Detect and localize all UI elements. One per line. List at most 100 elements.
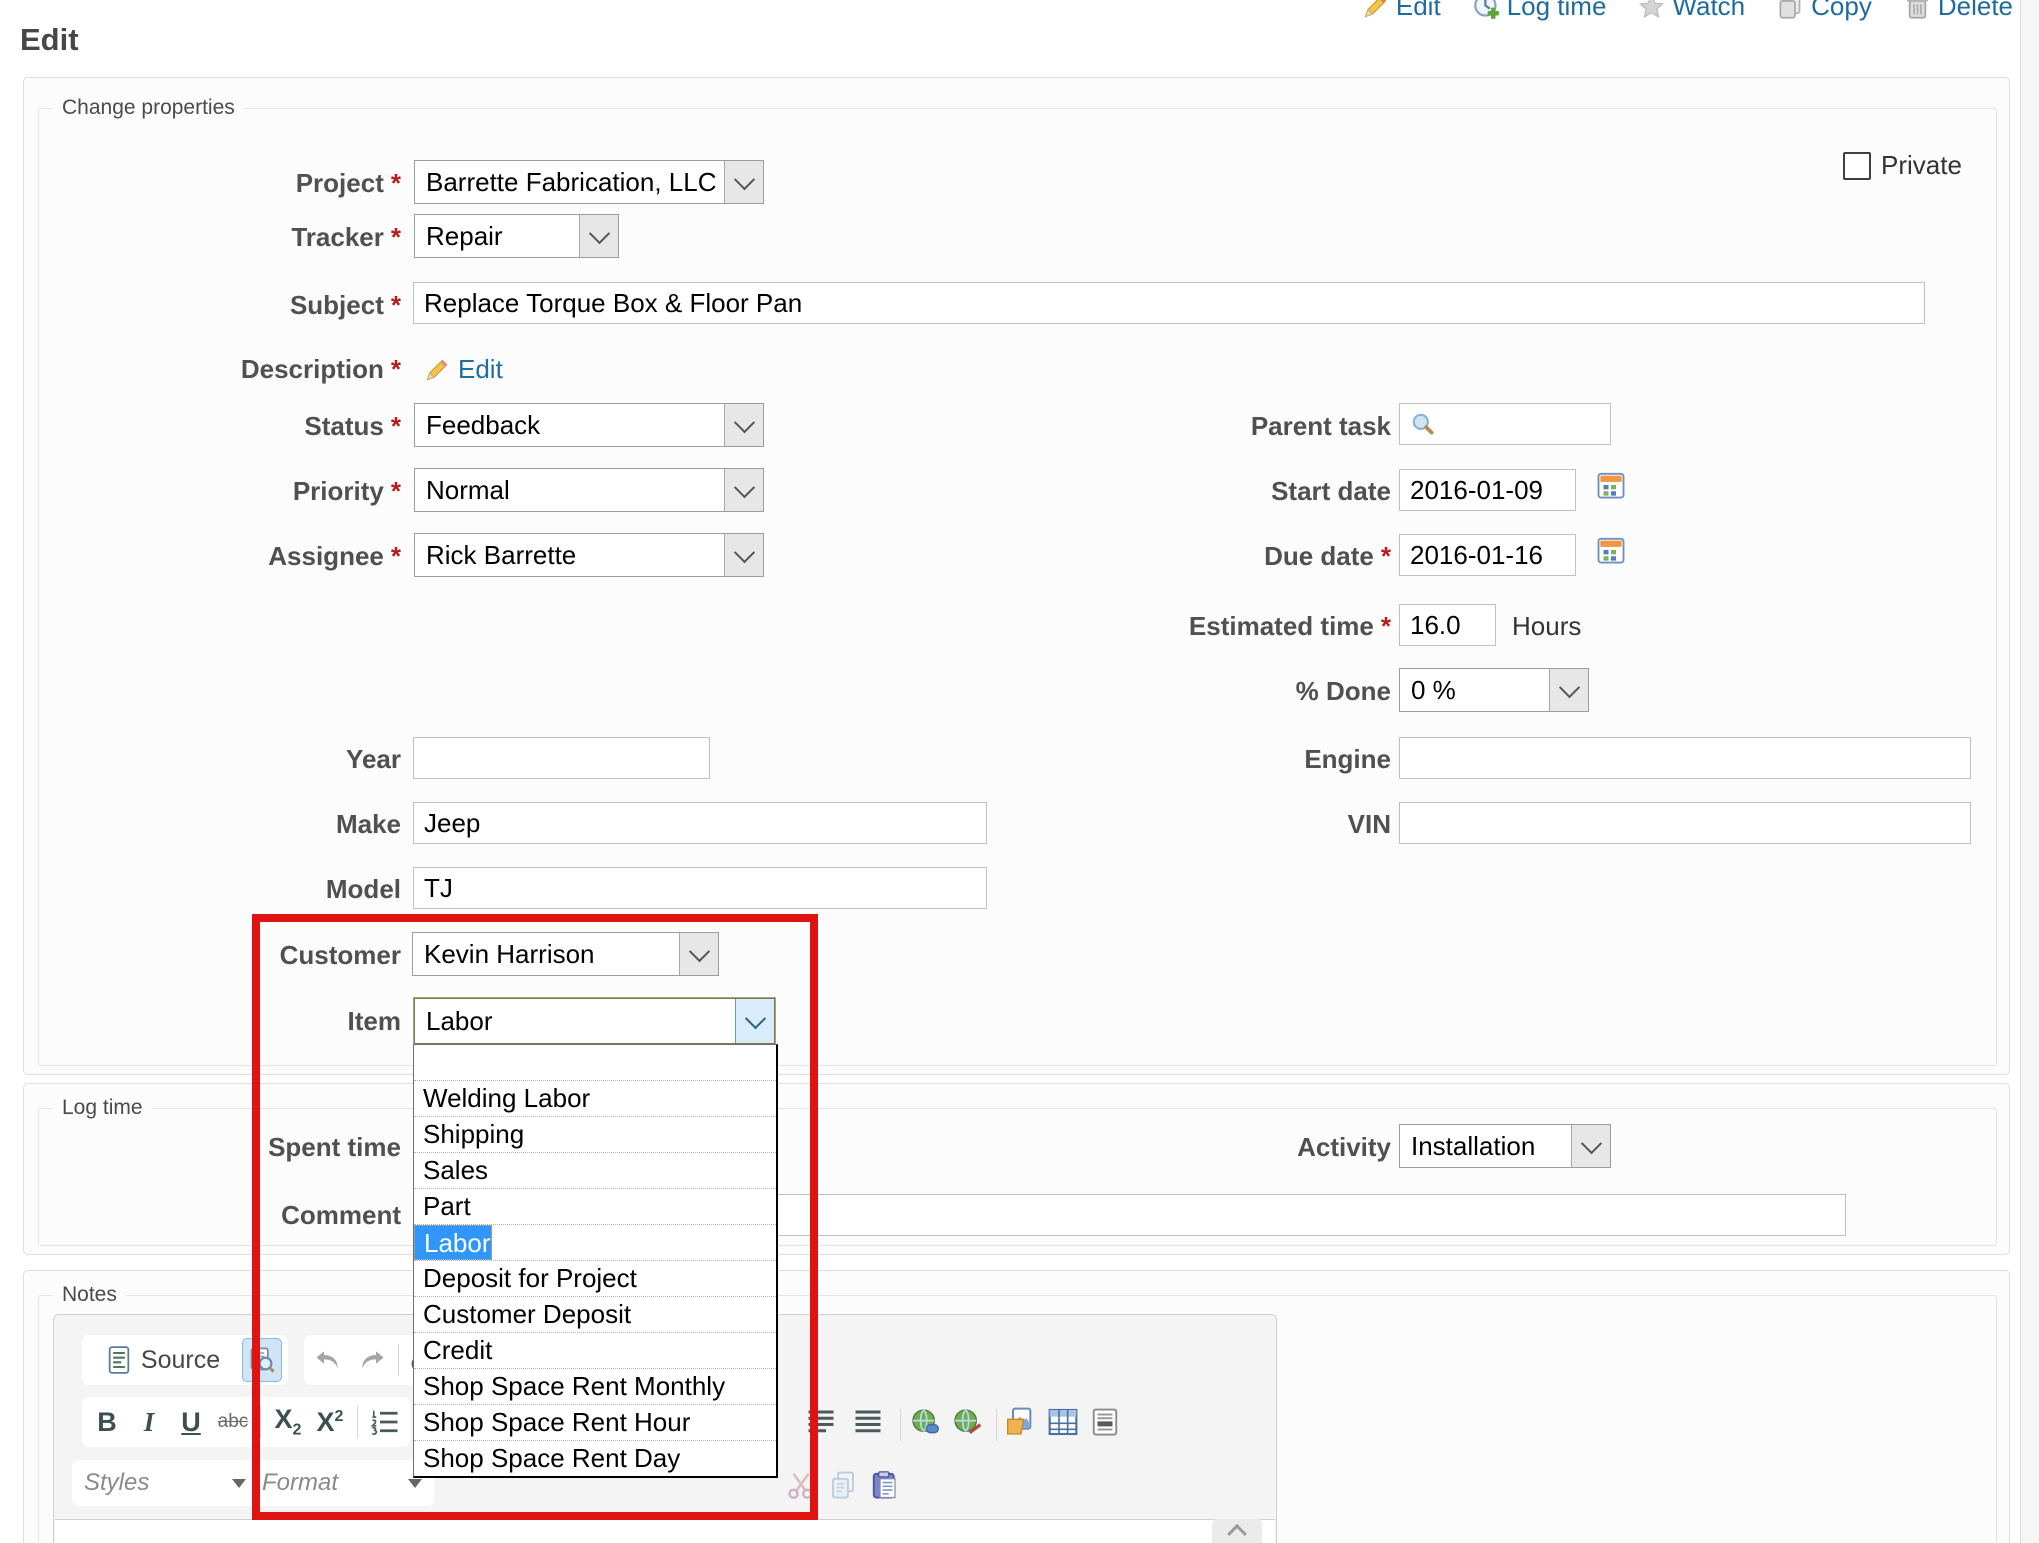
dropdown-option[interactable]: Shop Space Rent Hour	[414, 1405, 776, 1441]
format-combo[interactable]: Format	[250, 1460, 434, 1506]
vin-label: VIN	[24, 809, 1391, 840]
item-select[interactable]: Labor	[414, 998, 775, 1044]
numbered-list-button[interactable]	[366, 1401, 404, 1443]
toolbar-separator	[260, 1406, 261, 1438]
toolbar-collapse-button[interactable]	[1212, 1519, 1262, 1543]
text-style-group: B I U abc X2 X2	[82, 1397, 410, 1447]
cut-button[interactable]	[782, 1464, 820, 1506]
copy-button[interactable]	[824, 1464, 862, 1506]
page-layout-button[interactable]	[1086, 1401, 1124, 1443]
dropdown-option[interactable]: Customer Deposit	[414, 1297, 776, 1333]
source-button[interactable]: Source	[88, 1339, 238, 1381]
blockquote-button[interactable]	[849, 1401, 887, 1443]
calendar-icon[interactable]	[1596, 470, 1626, 505]
subscript-button[interactable]: X2	[269, 1401, 307, 1443]
parent-task-label: Parent task	[24, 411, 1391, 442]
clock-add-icon	[1473, 0, 1500, 20]
dropdown-option[interactable]: Shop Space Rent Day	[414, 1441, 776, 1476]
styles-combo[interactable]: Styles	[72, 1460, 258, 1506]
chevron-down-icon	[1558, 677, 1579, 698]
undo-button[interactable]	[310, 1339, 348, 1381]
dropdown-option[interactable]: Part	[414, 1189, 776, 1225]
dropdown-option[interactable]: Shop Space Rent Monthly	[414, 1369, 776, 1405]
window-scrollbar[interactable]	[2020, 0, 2039, 1543]
customer-select[interactable]: Kevin Harrison	[412, 932, 719, 976]
percent-done-select[interactable]: 0 %	[1399, 668, 1589, 712]
chevron-down-icon	[744, 1008, 765, 1029]
estimated-time-label: Estimated time*	[24, 611, 1391, 642]
preview-icon	[248, 1346, 276, 1374]
description-edit-link[interactable]: Edit	[424, 354, 503, 385]
parent-task-input[interactable]	[1399, 403, 1611, 445]
project-select-value: Barrette Fabrication, LLC	[415, 167, 724, 198]
dropdown-option[interactable]: Welding Labor	[414, 1081, 776, 1117]
bold-button[interactable]: B	[88, 1401, 126, 1443]
activity-select[interactable]: Installation	[1399, 1124, 1611, 1168]
copy-action[interactable]: Copy	[1777, 0, 1872, 22]
project-label: Project*	[24, 168, 401, 199]
underline-icon: U	[181, 1407, 201, 1438]
preview-button[interactable]	[242, 1338, 282, 1382]
underline-button[interactable]: U	[172, 1401, 210, 1443]
activity-select-arrow[interactable]	[1571, 1125, 1610, 1167]
calendar-icon[interactable]	[1596, 535, 1626, 570]
watch-action-label: Watch	[1672, 0, 1745, 22]
magnifier-icon	[1410, 411, 1436, 437]
project-select-arrow[interactable]	[724, 161, 763, 203]
dropdown-option[interactable]: Deposit for Project	[414, 1261, 776, 1297]
page-title: Edit	[20, 22, 79, 58]
dropdown-option[interactable]: Sales	[414, 1153, 776, 1189]
log-time-action[interactable]: Log time	[1473, 0, 1607, 22]
dropdown-option[interactable]: Credit	[414, 1333, 776, 1369]
unlink-button[interactable]	[948, 1401, 986, 1443]
engine-input[interactable]	[1399, 737, 1971, 779]
edit-action[interactable]: Edit	[1362, 0, 1441, 22]
estimated-time-suffix: Hours	[1512, 611, 1581, 642]
format-combo-label: Format	[262, 1469, 338, 1497]
vin-input[interactable]	[1399, 802, 1971, 844]
start-date-input[interactable]	[1399, 469, 1576, 511]
italic-button[interactable]: I	[130, 1401, 168, 1443]
notes-box: Notes Source	[23, 1270, 2010, 1543]
project-select[interactable]: Barrette Fabrication, LLC	[414, 160, 764, 204]
due-date-input[interactable]	[1399, 534, 1576, 576]
subject-input[interactable]	[413, 282, 1925, 324]
align-justify-button[interactable]	[802, 1401, 840, 1443]
item-dropdown-list: Welding LaborShippingSalesPartLaborHours…	[413, 1044, 778, 1478]
superscript-button[interactable]: X2	[311, 1401, 349, 1443]
model-input[interactable]	[413, 867, 987, 909]
delete-action[interactable]: Delete	[1904, 0, 2013, 22]
paste-button[interactable]	[866, 1464, 904, 1506]
copy-icon	[1777, 0, 1804, 20]
customer-select-arrow[interactable]	[679, 933, 718, 975]
dropdown-option[interactable]: Shipping	[414, 1117, 776, 1153]
link-button[interactable]	[906, 1401, 944, 1443]
table-button[interactable]	[1044, 1401, 1082, 1443]
percent-done-select-arrow[interactable]	[1549, 669, 1588, 711]
redo-button[interactable]	[352, 1339, 390, 1381]
toolbar-separator	[357, 1406, 358, 1438]
dropdown-option[interactable]: Labor	[414, 1225, 492, 1260]
tracker-label: Tracker*	[24, 222, 401, 253]
private-checkbox[interactable]	[1843, 152, 1871, 180]
tracker-select[interactable]: Repair	[414, 214, 619, 258]
dropdown-arrow-icon	[232, 1479, 246, 1488]
align-justify-icon	[806, 1408, 836, 1436]
percent-done-select-value: 0 %	[1400, 675, 1549, 706]
watch-action[interactable]: Watch	[1638, 0, 1745, 22]
image-button[interactable]	[1002, 1401, 1040, 1443]
source-group: Source	[82, 1335, 288, 1385]
tracker-select-arrow[interactable]	[579, 215, 618, 257]
link-globe-icon	[909, 1407, 941, 1437]
dropdown-option[interactable]	[414, 1045, 776, 1081]
context-toolbar: Edit Log time Watch Copy Delete	[1362, 0, 2013, 22]
chevron-up-icon	[1227, 1524, 1247, 1543]
copy-action-label: Copy	[1811, 0, 1872, 22]
star-icon	[1638, 0, 1665, 20]
strikethrough-button[interactable]: abc	[214, 1401, 252, 1443]
editor-content-area[interactable]	[55, 1519, 1275, 1543]
edit-action-label: Edit	[1396, 0, 1441, 22]
estimated-time-input[interactable]	[1399, 604, 1496, 646]
chevron-down-icon	[688, 941, 709, 962]
item-select-arrow[interactable]	[735, 999, 774, 1043]
